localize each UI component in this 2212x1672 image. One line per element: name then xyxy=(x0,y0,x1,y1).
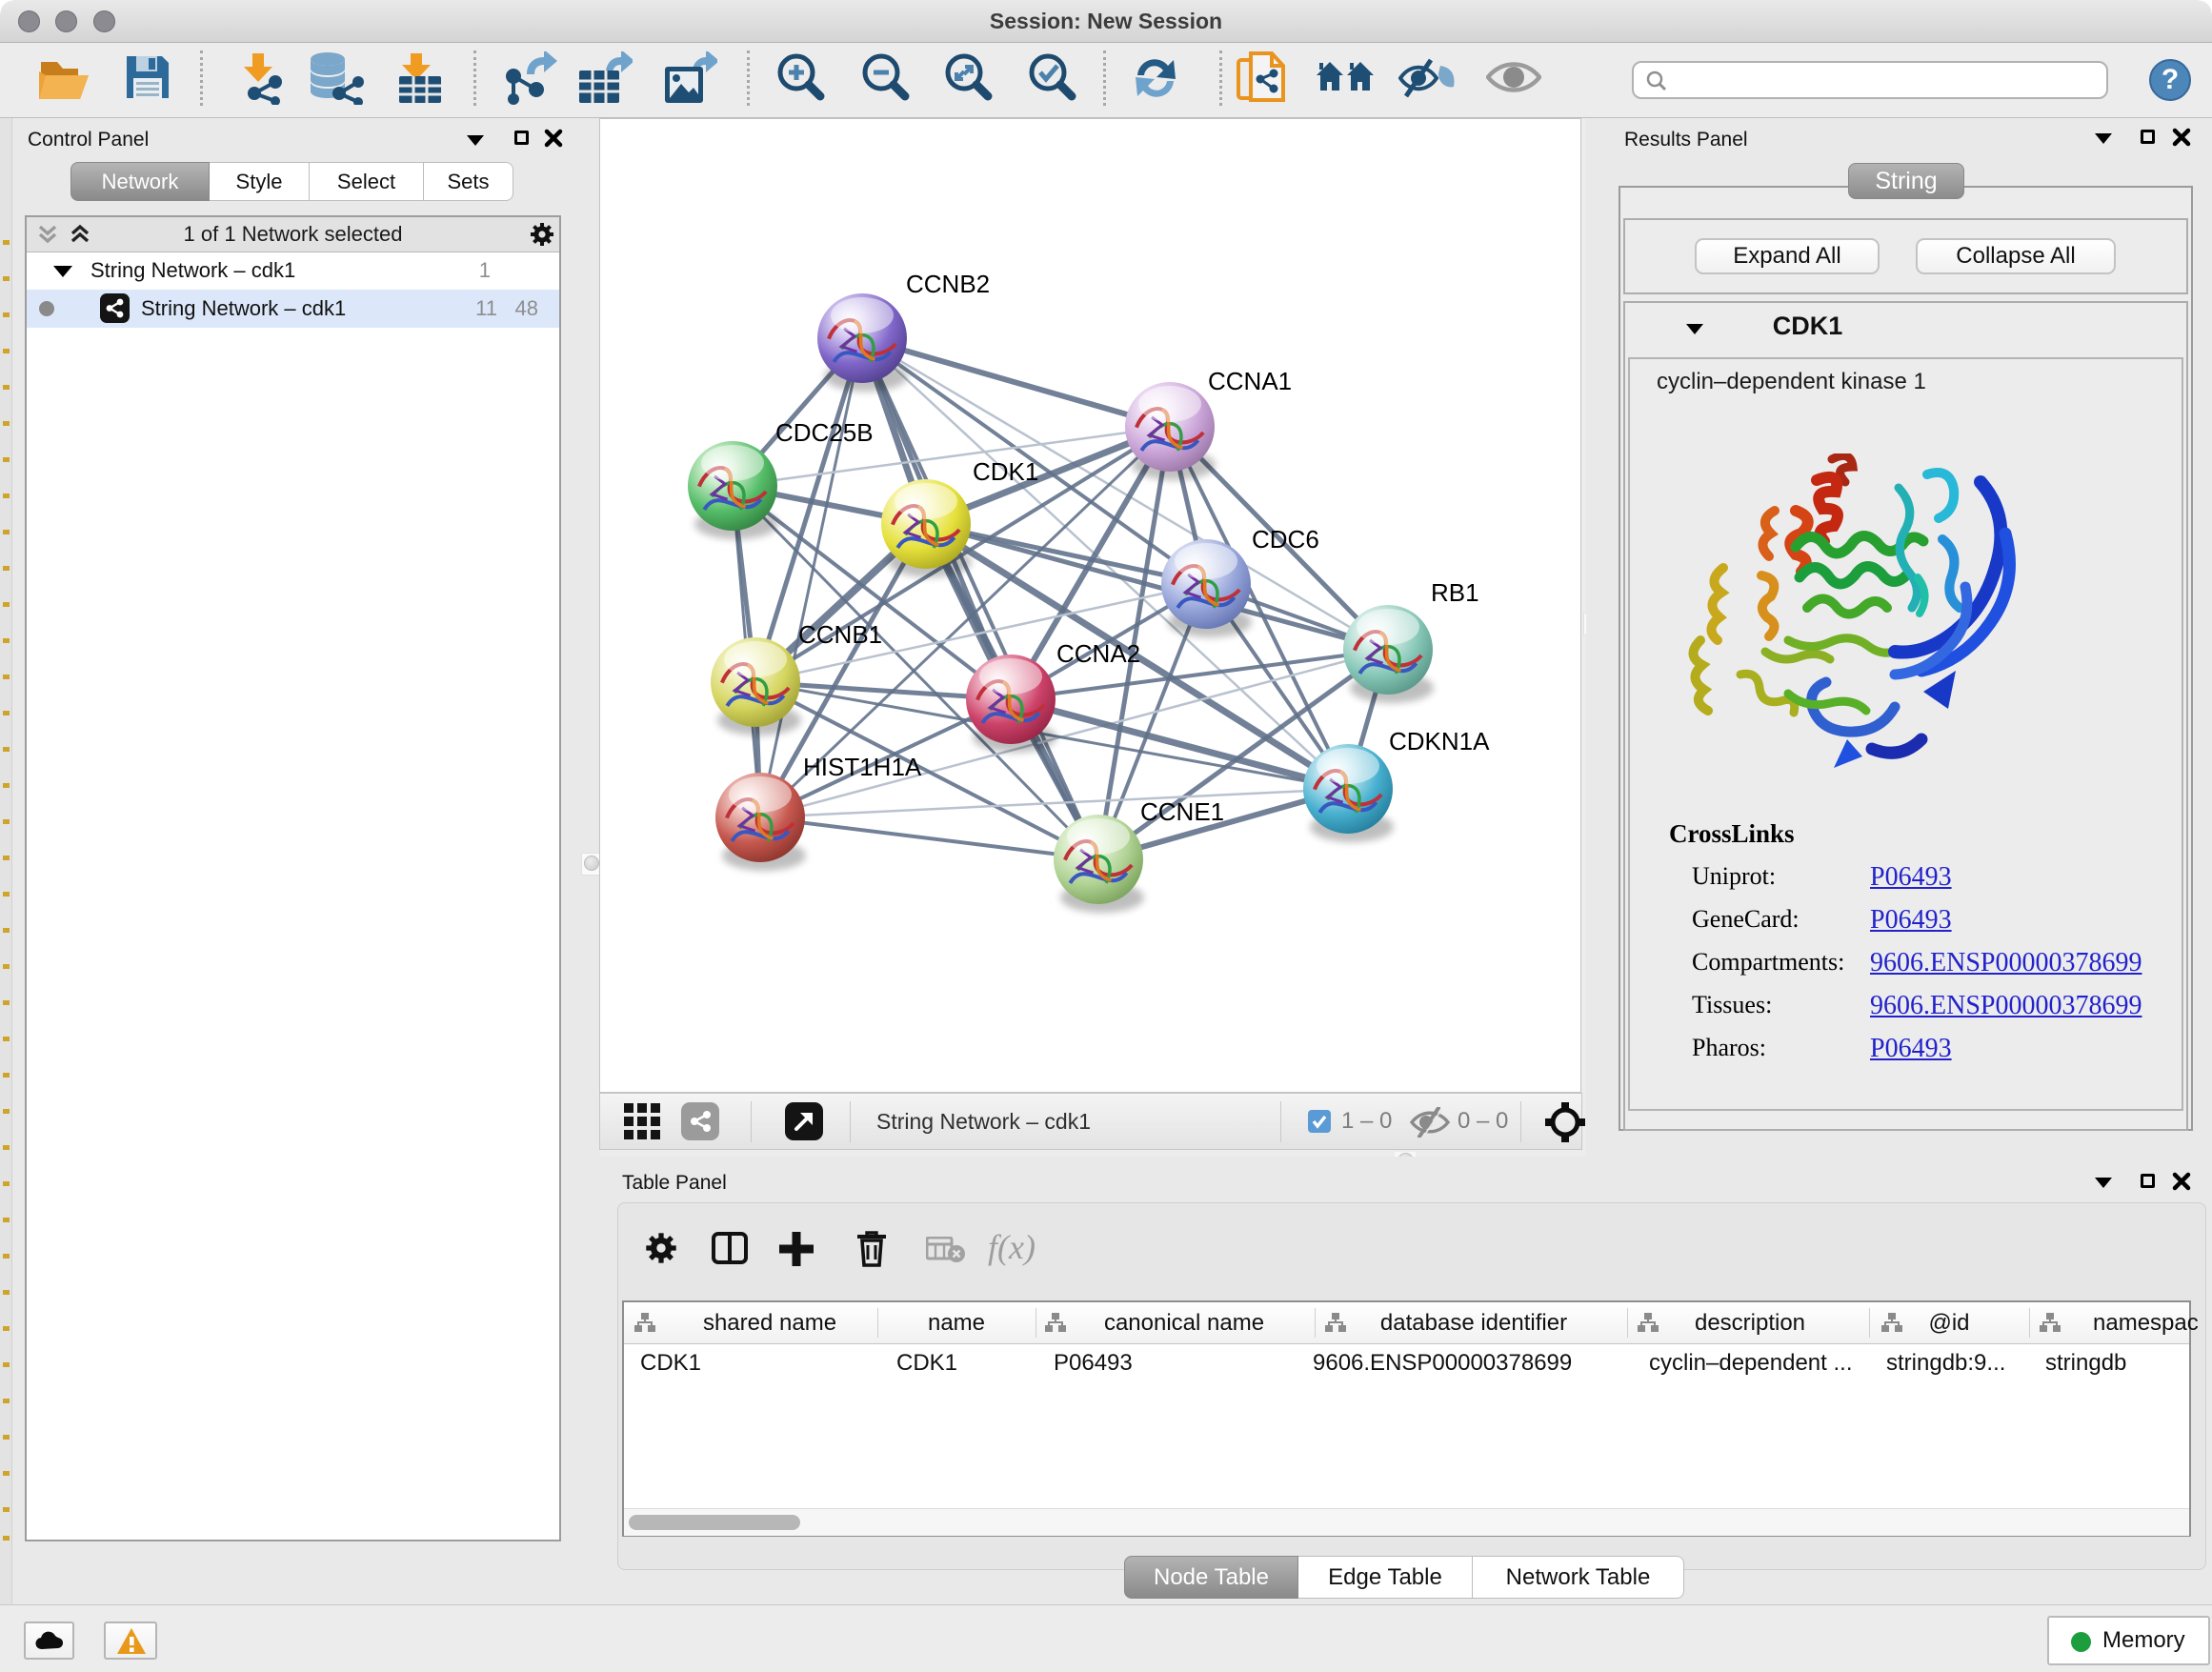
svg-text:CCNB2: CCNB2 xyxy=(906,270,990,298)
svg-text:RB1: RB1 xyxy=(1431,578,1479,607)
svg-text:CCNB1: CCNB1 xyxy=(798,620,882,649)
svg-text:CCNA1: CCNA1 xyxy=(1208,367,1292,395)
svg-text:CDK1: CDK1 xyxy=(973,457,1038,486)
svg-text:CDKN1A: CDKN1A xyxy=(1389,727,1490,755)
svg-text:CCNE1: CCNE1 xyxy=(1140,797,1224,826)
svg-text:HIST1H1A: HIST1H1A xyxy=(803,753,922,781)
svg-text:CCNA2: CCNA2 xyxy=(1056,639,1140,668)
svg-text:CDC25B: CDC25B xyxy=(775,418,874,447)
svg-text:CDC6: CDC6 xyxy=(1252,525,1319,554)
